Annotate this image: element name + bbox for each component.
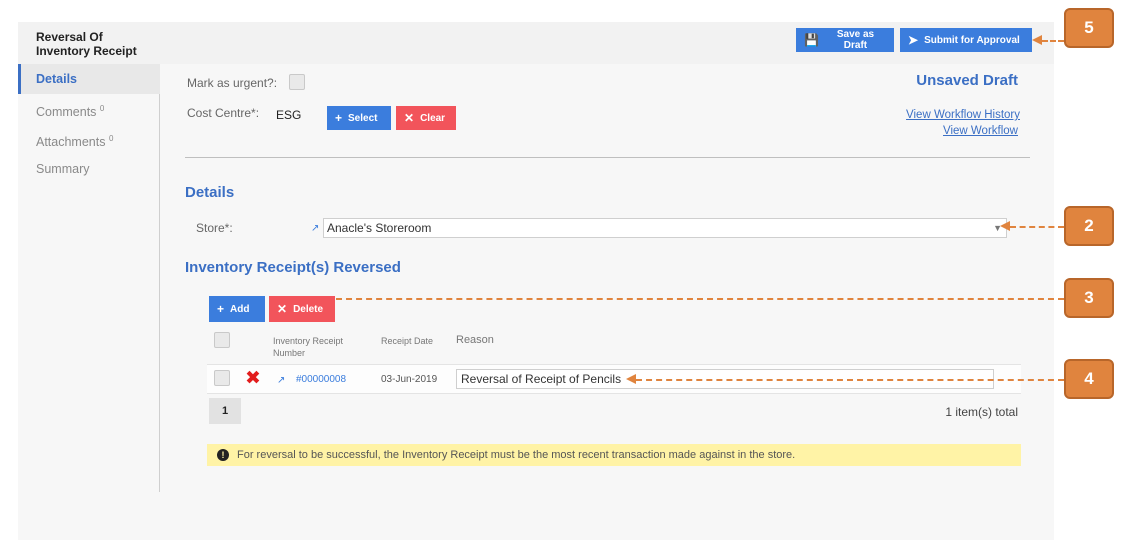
sidebar-item-attachments[interactable]: Attachments 0 <box>18 124 160 154</box>
clear-label: Clear <box>420 112 446 124</box>
send-icon: ➤ <box>908 33 919 47</box>
store-dropdown[interactable]: Anacle's Storeroom ▼ <box>323 218 1007 238</box>
callout-5: 5 <box>1064 8 1114 48</box>
urgent-label: Mark as urgent?: <box>187 76 278 90</box>
open-link-icon[interactable]: ↗ <box>277 375 285 386</box>
item-total: 1 item(s) total <box>945 405 1018 419</box>
add-receipt-button[interactable]: + Add <box>209 296 265 322</box>
open-link-icon[interactable]: ↗ <box>311 223 319 234</box>
view-workflow-link[interactable]: View Workflow <box>943 125 1018 137</box>
submit-approval-button[interactable]: ➤ Submit for Approval <box>900 28 1032 52</box>
delete-label: Delete <box>293 303 324 315</box>
delete-row-icon[interactable]: ✖ <box>245 369 261 388</box>
delete-receipt-button[interactable]: ✕ Delete <box>269 296 335 322</box>
sidebar-item-comments[interactable]: Comments 0 <box>18 94 160 124</box>
column-header-date: Receipt Date <box>381 336 434 346</box>
sidebar-item-label: Comments <box>36 105 97 120</box>
sidebar-item-label: Attachments <box>36 135 106 150</box>
clear-cost-centre-button[interactable]: ✕ Clear <box>396 106 456 130</box>
pagination-page-button[interactable]: 1 <box>209 398 241 424</box>
callout-line <box>636 379 1064 381</box>
plus-icon: + <box>335 111 343 125</box>
notice-text: For reversal to be successful, the Inven… <box>237 449 796 461</box>
store-label: Store*: <box>196 221 233 235</box>
attachments-count: 0 <box>108 134 114 143</box>
callout-arrow-icon <box>1032 35 1042 45</box>
callout-arrow-icon <box>1000 221 1010 231</box>
notice-banner: ! For reversal to be successful, the Inv… <box>207 444 1021 466</box>
receipt-number-link[interactable]: #00000008 <box>296 374 346 385</box>
view-workflow-history-link[interactable]: View Workflow History <box>906 109 1020 121</box>
reason-value: Reversal of Receipt of Pencils <box>461 372 622 386</box>
submit-approval-label: Submit for Approval <box>924 34 1020 46</box>
sidebar-item-summary[interactable]: Summary <box>18 154 160 184</box>
select-cost-centre-button[interactable]: + Select <box>327 106 391 130</box>
callout-4: 4 <box>1064 359 1114 399</box>
save-icon: 💾 <box>804 33 819 47</box>
column-header-reason: Reason <box>456 334 494 346</box>
save-draft-button[interactable]: 💾 Save as Draft <box>796 28 894 52</box>
cost-centre-label: Cost Centre*: <box>187 106 260 120</box>
receipt-date: 03-Jun-2019 <box>381 374 438 385</box>
header-bar: Reversal Of Inventory Receipt 💾 Save as … <box>18 22 1054 64</box>
add-label: Add <box>230 303 250 315</box>
sidebar-item-label: Details <box>36 72 77 86</box>
callout-arrow-icon <box>626 374 636 384</box>
row-checkbox[interactable] <box>214 370 230 386</box>
column-header-number: Inventory Receipt Number <box>273 336 344 358</box>
select-label: Select <box>348 112 378 124</box>
comments-count: 0 <box>99 104 105 113</box>
sidebar: Details Comments 0 Attachments 0 Summary <box>18 64 160 492</box>
cost-centre-value: ESG <box>276 108 302 122</box>
callout-line <box>1042 40 1064 42</box>
urgent-checkbox[interactable] <box>289 74 305 90</box>
app-window: Reversal Of Inventory Receipt 💾 Save as … <box>18 22 1054 540</box>
sidebar-item-details[interactable]: Details <box>18 64 160 94</box>
details-section-title: Details <box>185 184 235 201</box>
callout-line <box>336 298 1064 300</box>
status-badge: Unsaved Draft <box>916 72 1018 89</box>
store-value: Anacle's Storeroom <box>327 221 432 235</box>
close-icon: ✕ <box>404 111 415 125</box>
page-title: Reversal Of Inventory Receipt <box>36 30 137 58</box>
callout-2: 2 <box>1064 206 1114 246</box>
callout-3: 3 <box>1064 278 1114 318</box>
sidebar-item-label: Summary <box>36 162 90 176</box>
receipts-section-title: Inventory Receipt(s) Reversed <box>185 259 401 276</box>
close-icon: ✕ <box>277 302 288 316</box>
save-draft-label: Save as Draft <box>836 29 875 51</box>
plus-icon: + <box>217 302 225 316</box>
callout-line <box>1010 226 1064 228</box>
divider <box>185 157 1030 158</box>
exclamation-icon: ! <box>217 449 229 461</box>
select-all-checkbox[interactable] <box>214 332 230 348</box>
